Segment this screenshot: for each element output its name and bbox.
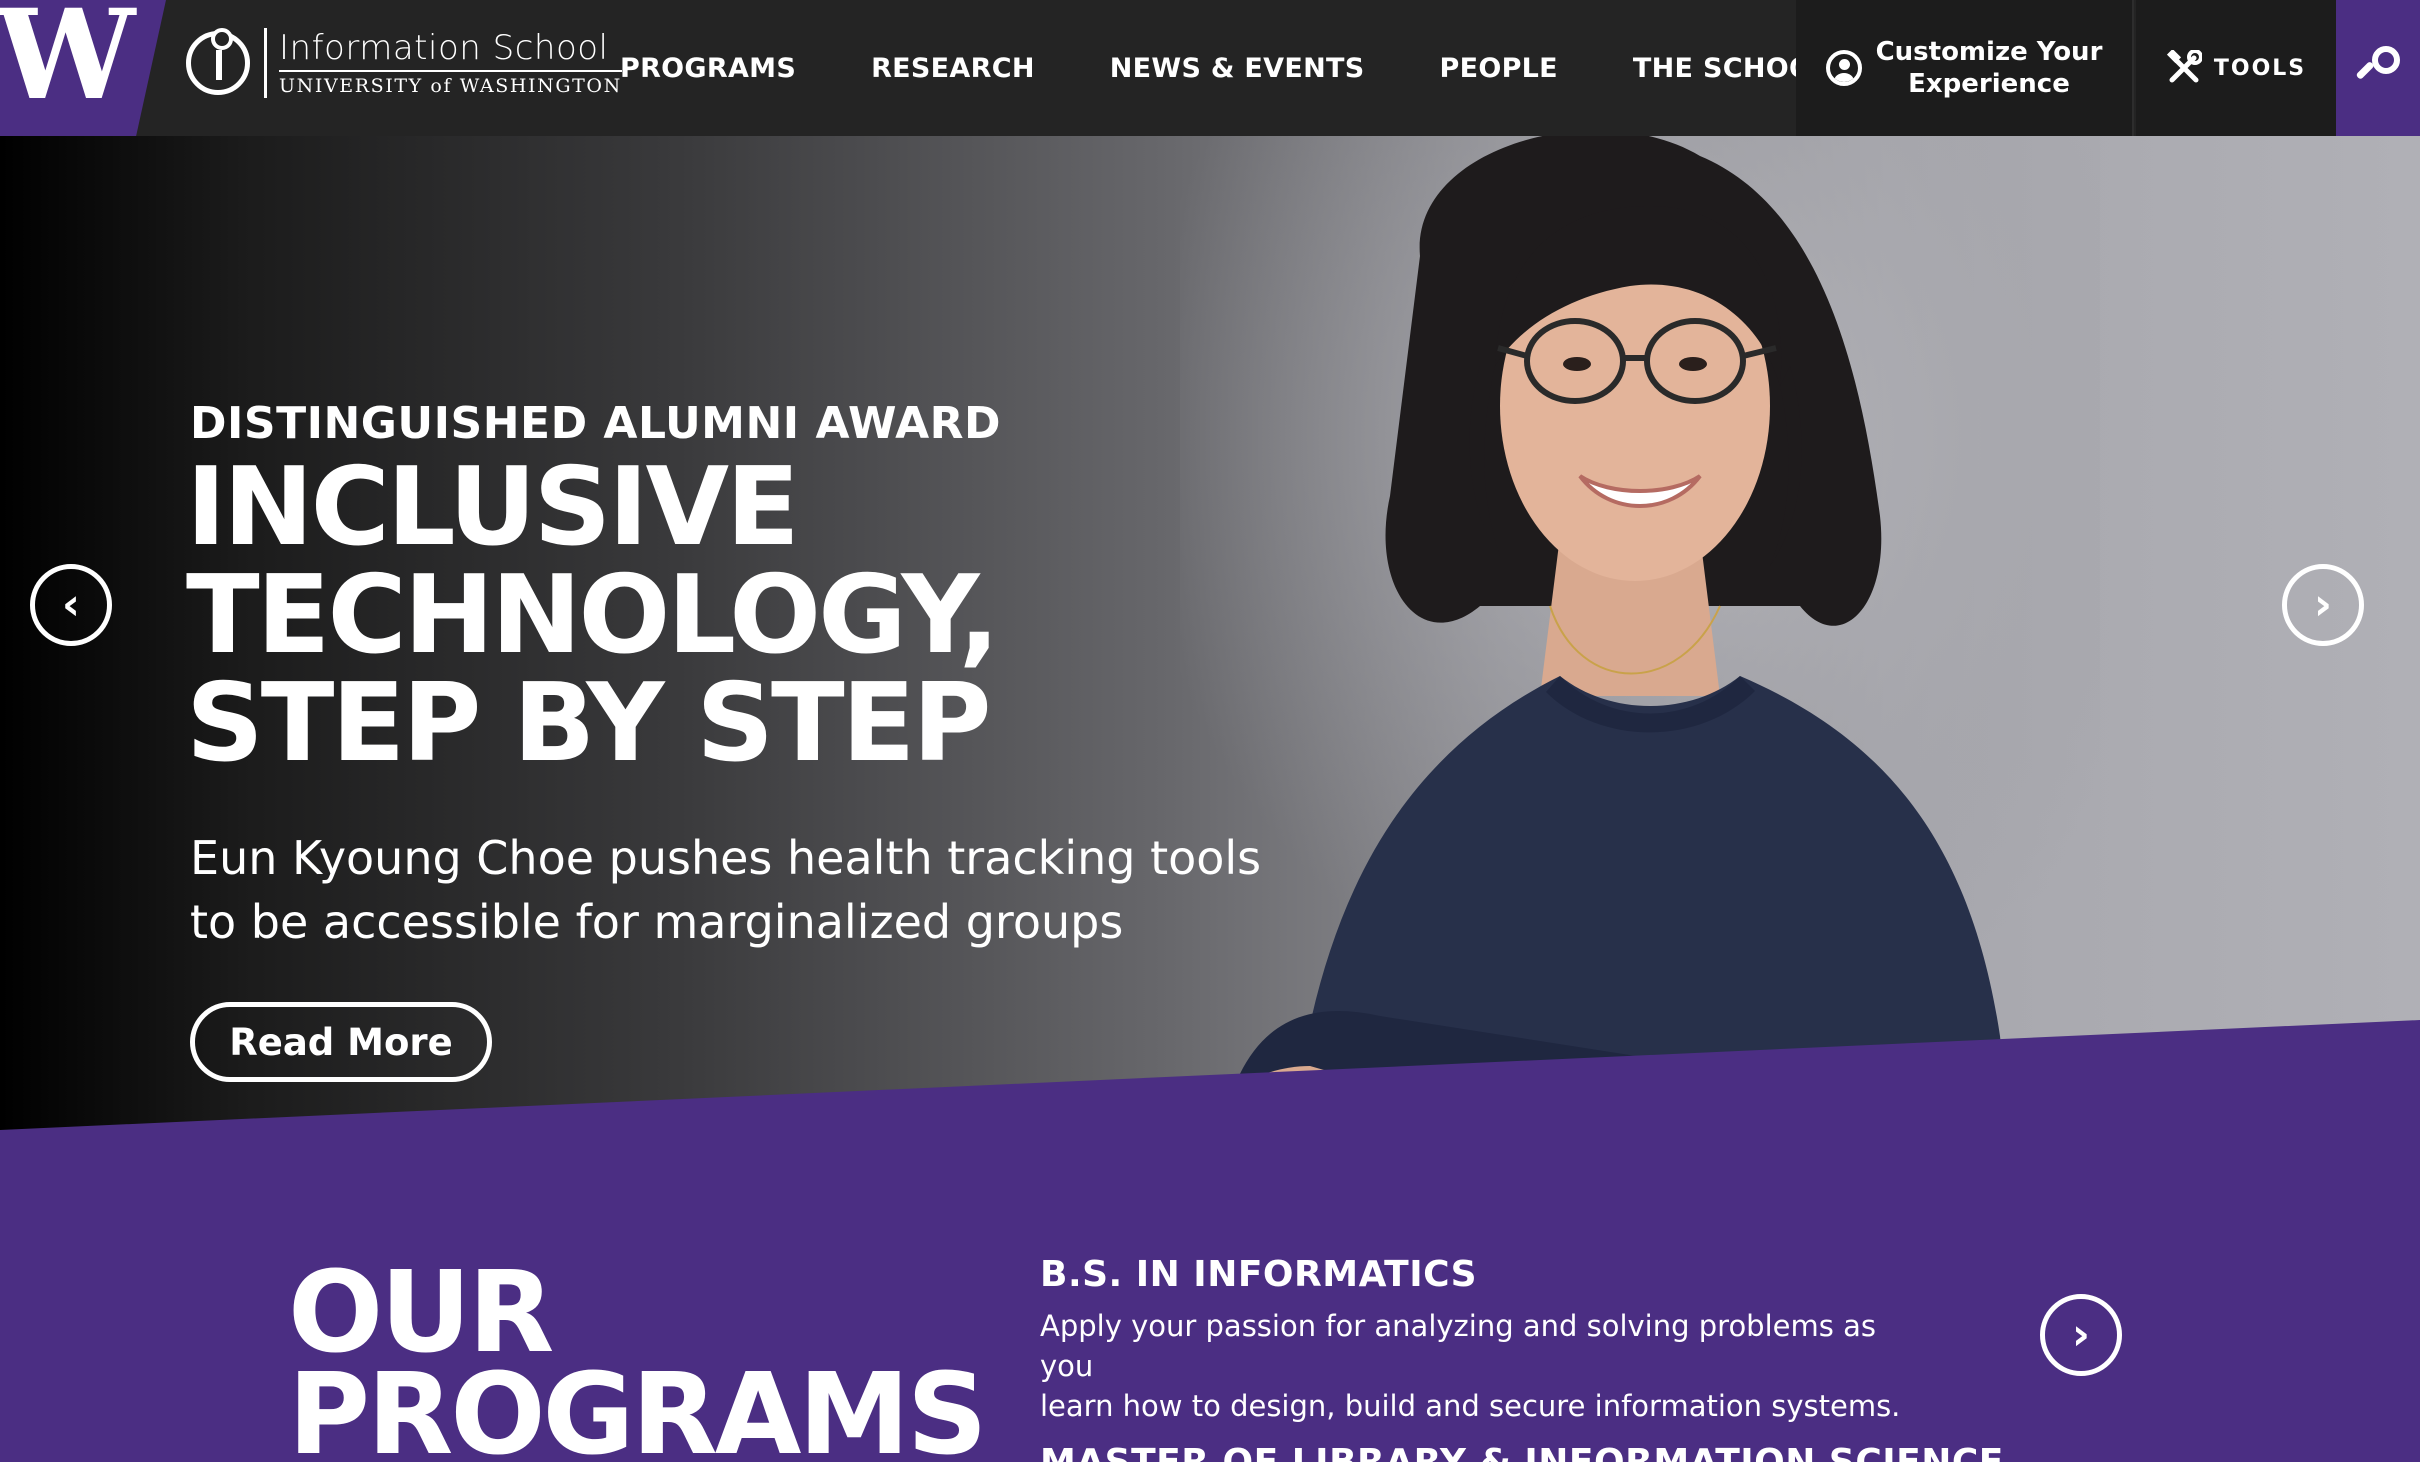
university-name: UNIVERSITY of WASHINGTON — [279, 70, 622, 98]
ischool-logo[interactable]: Information School UNIVERSITY of WASHING… — [186, 28, 622, 98]
programs-heading-line2: PROGRAMS — [288, 1350, 988, 1462]
programs-next-button[interactable]: › — [2040, 1294, 2122, 1376]
chevron-right-icon: › — [2071, 1309, 2091, 1360]
program-description-line1: Apply your passion for analyzing and sol… — [1040, 1309, 1876, 1383]
search-icon — [2356, 46, 2400, 90]
read-more-button[interactable]: Read More — [190, 1002, 492, 1082]
customize-label-line1: Customize Your — [1875, 37, 2103, 67]
chevron-right-icon: › — [2313, 579, 2333, 630]
uw-logo-letter: W — [0, 0, 135, 128]
hero-subhead: Eun Kyoung Choe pushes health tracking t… — [190, 826, 1270, 954]
tools-icon — [2166, 50, 2202, 83]
hero-subhead-line2: to be accessible for marginalized groups — [190, 895, 1124, 949]
nav-news-events[interactable]: NEWS & EVENTS — [1110, 53, 1365, 84]
carousel-next-button[interactable]: › — [2282, 564, 2364, 646]
ischool-emblem-icon — [186, 28, 250, 95]
program-title-bs-informatics[interactable]: B.S. IN INFORMATICS — [1040, 1254, 1477, 1295]
ischool-wordmark: Information School UNIVERSITY of WASHING… — [264, 28, 622, 98]
program-title-mlis[interactable]: MASTER OF LIBRARY & INFORMATION SCIENCE — [1040, 1442, 2004, 1462]
carousel-prev-button[interactable]: ‹ — [30, 564, 112, 646]
hero-headline-line2: TECHNOLOGY, — [186, 553, 1000, 678]
tools-label: TOOLS — [2213, 55, 2307, 81]
nav-research[interactable]: RESEARCH — [871, 53, 1035, 84]
school-name: Information School — [279, 28, 609, 68]
hero-headline: INCLUSIVE TECHNOLOGY, STEP BY STEP — [186, 454, 1186, 778]
chevron-left-icon: ‹ — [61, 579, 81, 630]
hero-portrait-image — [1180, 136, 2100, 1136]
user-circle-icon — [1825, 50, 1862, 86]
nav-people[interactable]: PEOPLE — [1439, 53, 1557, 84]
customize-experience-button[interactable]: Customize Your Experience — [1796, 0, 2134, 136]
hero-subhead-line1: Eun Kyoung Choe pushes health tracking t… — [190, 831, 1262, 885]
tools-button[interactable]: TOOLS — [2136, 0, 2336, 136]
uw-logo[interactable]: W — [0, 0, 166, 136]
hero-eyebrow: DISTINGUISHED ALUMNI AWARD — [190, 398, 1002, 449]
nav-programs[interactable]: PROGRAMS — [620, 53, 796, 84]
customize-label-line2: Experience — [1908, 69, 2070, 99]
main-nav: PROGRAMS RESEARCH NEWS & EVENTS PEOPLE T… — [620, 0, 1830, 136]
hero-headline-line1: INCLUSIVE — [186, 445, 800, 570]
search-button[interactable] — [2336, 0, 2420, 136]
site-header: W Information School UNIVERSITY of WASHI… — [0, 0, 2420, 136]
customize-label: Customize Your Experience — [1876, 36, 2103, 100]
program-description: Apply your passion for analyzing and sol… — [1040, 1306, 1910, 1426]
hero-carousel: DISTINGUISHED ALUMNI AWARD INCLUSIVE TEC… — [0, 136, 2420, 1136]
programs-heading-line1: OUR — [288, 1248, 554, 1378]
program-description-line2: learn how to design, build and secure in… — [1040, 1389, 1901, 1423]
hero-headline-line3: STEP BY STEP — [186, 661, 992, 786]
programs-heading: OUR PROGRAMS — [288, 1248, 988, 1462]
